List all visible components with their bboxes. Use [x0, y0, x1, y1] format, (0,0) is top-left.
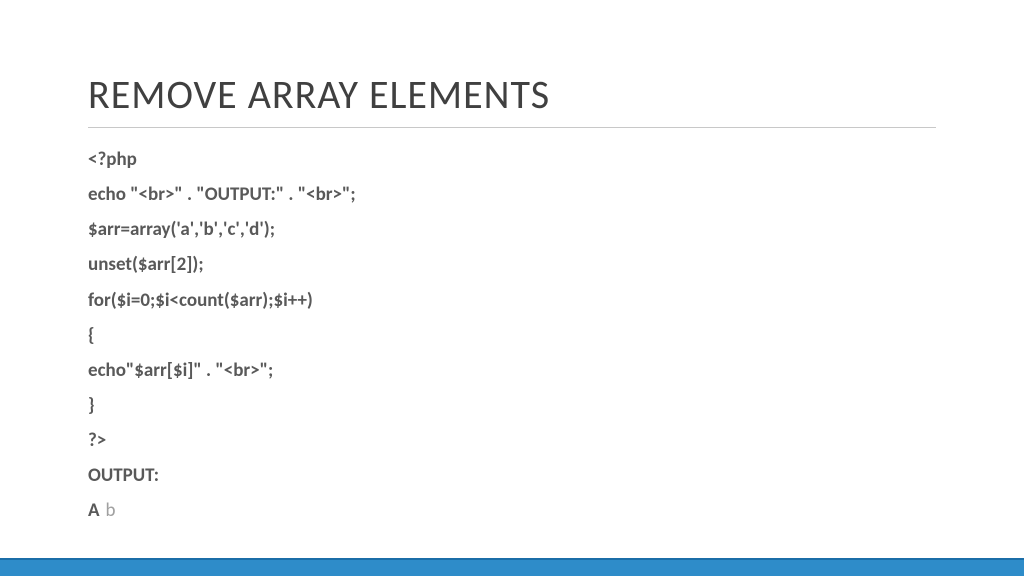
code-line: echo "<br>" . "OUTPUT:" . "<br>";: [88, 177, 936, 212]
code-line: }: [88, 388, 936, 423]
slide-content: <?php echo "<br>" . "OUTPUT:" . "<br>"; …: [88, 142, 936, 529]
code-line: {: [88, 318, 936, 353]
code-line: ?>: [88, 423, 936, 458]
code-line: $arr=array('a','b','c','d');: [88, 212, 936, 247]
slide-footer-bar: [0, 558, 1024, 576]
code-line: for($i=0;$i<count($arr);$i++): [88, 283, 936, 318]
slide-title: REMOVE ARRAY ELEMENTS: [88, 70, 936, 128]
output-a: A: [88, 499, 100, 522]
code-line: echo"$arr[$i]" . "<br>";: [88, 353, 936, 388]
code-line: unset($arr[2]);: [88, 247, 936, 282]
code-line: <?php: [88, 142, 936, 177]
output-label: OUTPUT:: [88, 458, 936, 493]
output-values: Ab: [88, 493, 936, 528]
slide-container: REMOVE ARRAY ELEMENTS <?php echo "<br>" …: [0, 0, 1024, 529]
output-b: b: [106, 499, 116, 522]
